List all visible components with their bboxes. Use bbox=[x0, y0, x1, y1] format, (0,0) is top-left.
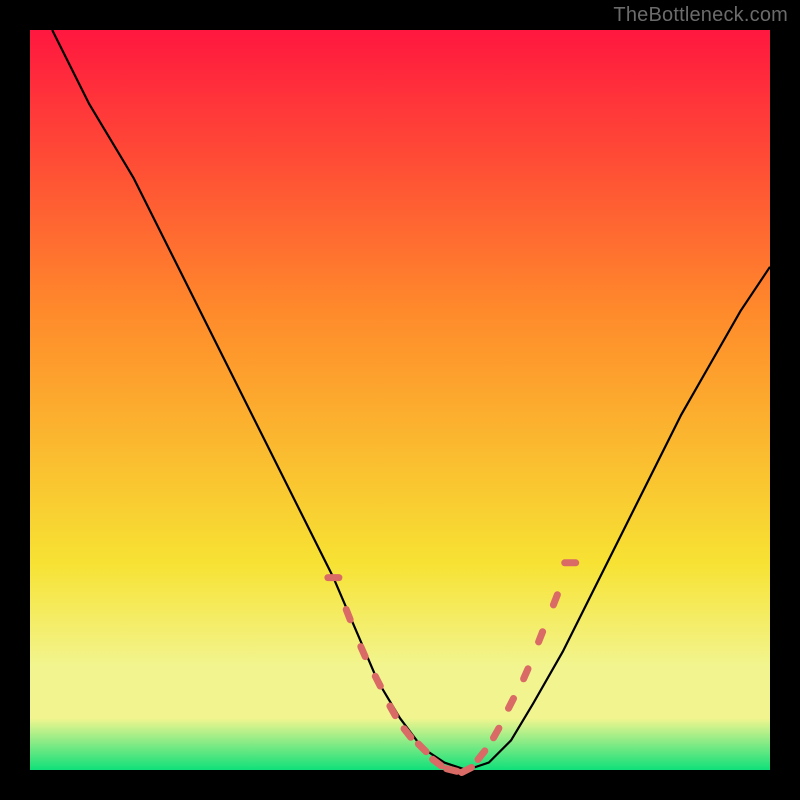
marker-dash bbox=[524, 669, 528, 679]
marker-dash bbox=[509, 699, 514, 709]
chart-svg bbox=[0, 0, 800, 800]
marker-dash bbox=[539, 632, 543, 642]
marker-dash bbox=[447, 769, 458, 772]
plot-background bbox=[30, 30, 770, 770]
marker-dash bbox=[462, 768, 472, 773]
marker-dash bbox=[346, 610, 350, 620]
marker-dash bbox=[375, 676, 380, 686]
marker-dash bbox=[361, 647, 365, 657]
marker-dash bbox=[553, 595, 557, 605]
marker-dash bbox=[390, 706, 395, 716]
chart-container: { "attribution": "TheBottleneck.com", "c… bbox=[0, 0, 800, 800]
marker-dash bbox=[494, 728, 499, 738]
